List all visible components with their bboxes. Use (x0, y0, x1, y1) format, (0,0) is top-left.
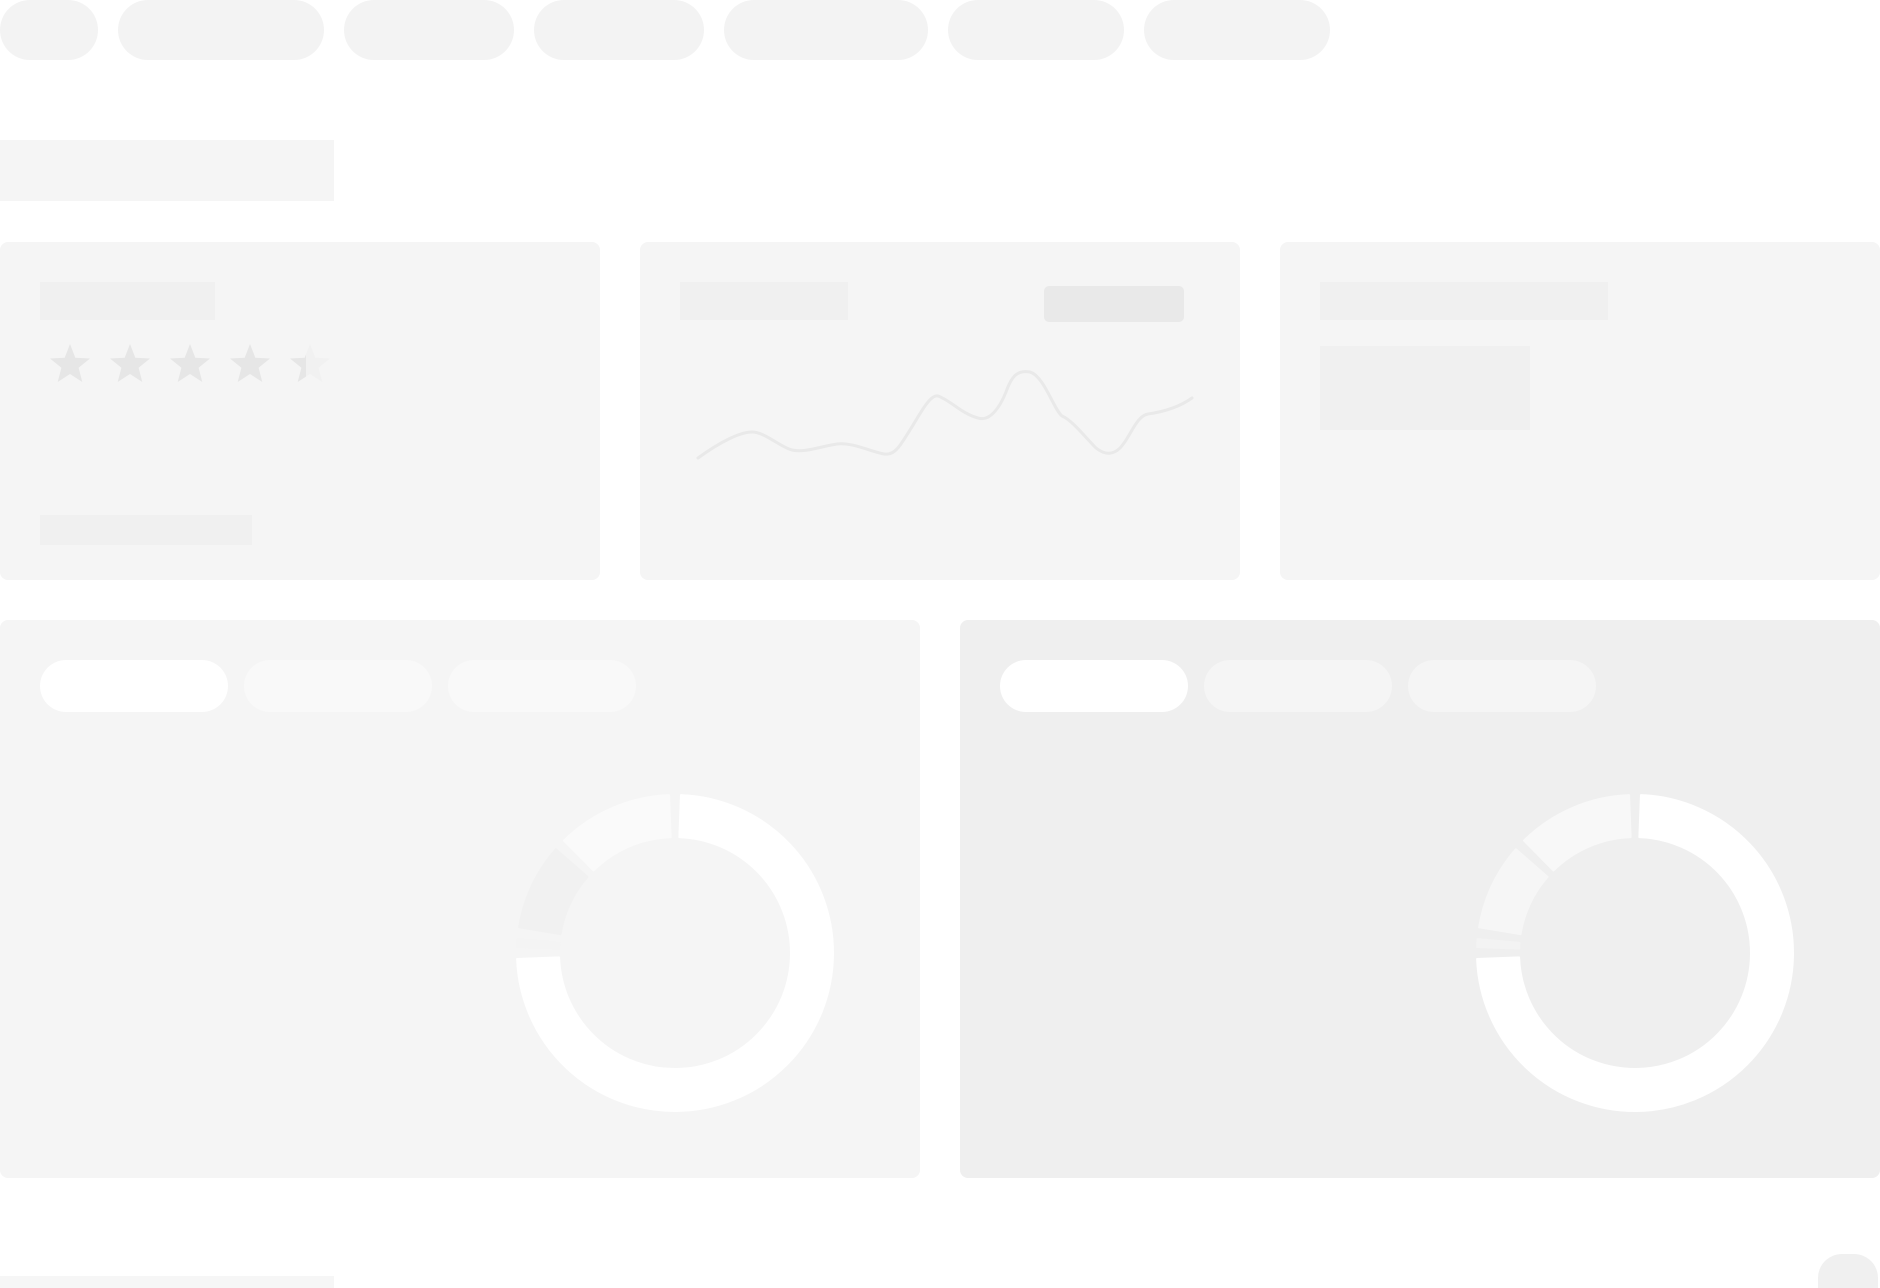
star-icon (170, 344, 210, 382)
trend-card (640, 242, 1240, 580)
nav-tab-5[interactable] (724, 0, 928, 60)
right-panel-tab-3[interactable] (1408, 660, 1596, 712)
left-donut-chart (516, 794, 834, 1112)
rating-card (0, 242, 600, 580)
left-panel (0, 620, 920, 1178)
summary-card-title (1320, 282, 1608, 320)
star-icon (50, 344, 90, 382)
right-donut-chart (1476, 794, 1794, 1112)
page-title (0, 140, 334, 201)
star-icon (290, 344, 330, 382)
donut-segment (1476, 938, 1521, 950)
donut-segment (1478, 848, 1549, 936)
bottom-action-button[interactable] (1818, 1254, 1878, 1288)
nav-tab-4[interactable] (534, 0, 704, 60)
bottom-label (0, 1276, 334, 1288)
left-panel-tab-2[interactable] (244, 660, 432, 712)
right-panel (960, 620, 1880, 1178)
donut-segment (516, 938, 561, 950)
left-panel-tab-1[interactable] (40, 660, 228, 712)
nav-tab-3[interactable] (344, 0, 514, 60)
donut-segment (562, 794, 672, 872)
trend-sparkline (696, 370, 1194, 460)
summary-card-value (1320, 346, 1530, 430)
nav-tab-6[interactable] (948, 0, 1124, 60)
nav-tab-1[interactable] (0, 0, 98, 60)
donut-segment (518, 848, 589, 936)
left-panel-tab-3[interactable] (448, 660, 636, 712)
nav-tab-2[interactable] (118, 0, 324, 60)
star-icon (230, 344, 270, 382)
right-panel-tab-2[interactable] (1204, 660, 1392, 712)
nav-tab-7[interactable] (1144, 0, 1330, 60)
right-panel-tab-1[interactable] (1000, 660, 1188, 712)
rating-card-footer (40, 515, 252, 545)
summary-card (1280, 242, 1880, 580)
star-icon (110, 344, 150, 382)
donut-segment (1522, 794, 1632, 872)
star-rating (50, 344, 330, 382)
rating-card-title (40, 282, 215, 320)
